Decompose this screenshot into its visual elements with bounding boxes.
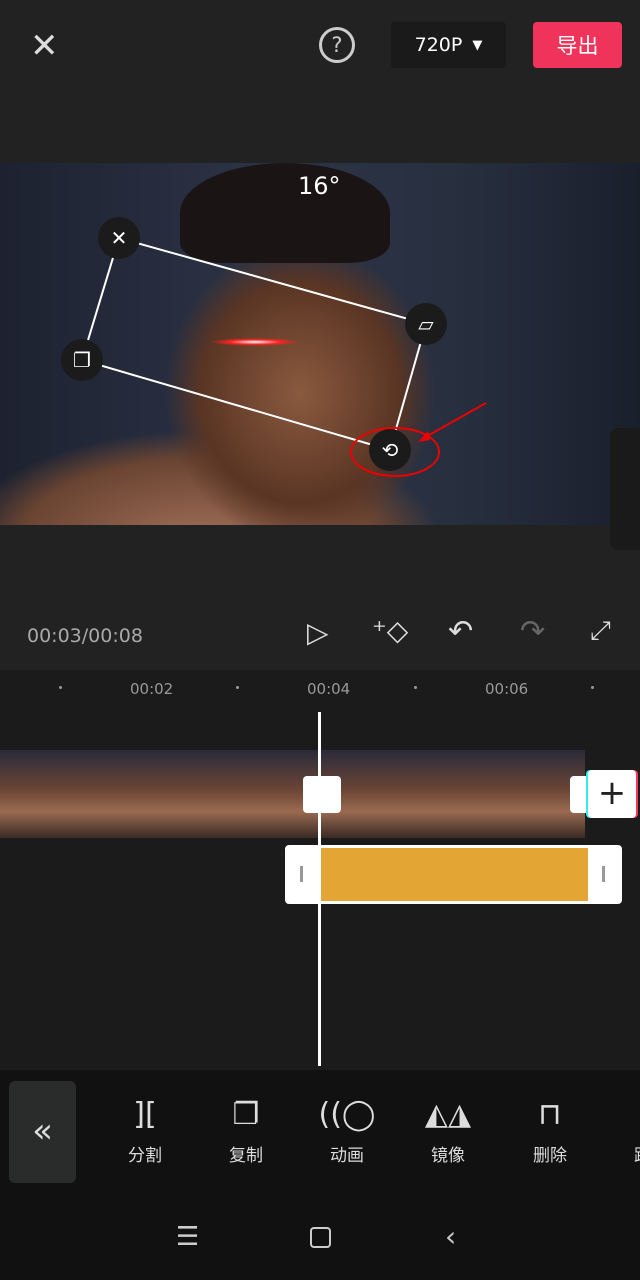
video-clip-thumbnail[interactable] xyxy=(60,750,149,838)
fullscreen-icon[interactable]: ⤢ xyxy=(590,616,611,647)
ruler-dot xyxy=(236,686,239,689)
play-icon[interactable]: ▷ xyxy=(307,616,329,649)
resolution-dropdown[interactable]: 720P ▼ xyxy=(391,22,506,68)
side-panel-tab[interactable] xyxy=(610,428,640,550)
home-icon[interactable] xyxy=(310,1227,331,1248)
menu-icon[interactable]: ☰ xyxy=(176,1222,199,1252)
playback-time: 00:03/00:08 xyxy=(27,625,143,647)
ruler-tick: 00:06 xyxy=(485,680,529,698)
ruler-dot xyxy=(591,686,594,689)
effect-right-trim-handle[interactable] xyxy=(602,866,605,882)
help-icon[interactable]: ? xyxy=(319,27,355,63)
add-keyframe-icon[interactable]: ⁺◇ xyxy=(372,614,408,647)
ruler-tick: 00:04 xyxy=(307,680,351,698)
bottom-toolbar xyxy=(0,1070,640,1195)
playhead[interactable] xyxy=(318,712,321,1066)
clip-end-handle[interactable] xyxy=(570,776,590,813)
video-preview[interactable]: ✕ ▱ ❐ ⟲ xyxy=(0,163,640,525)
rotation-angle: 16° xyxy=(298,172,341,200)
video-clip-thumbnail[interactable] xyxy=(409,750,498,838)
transition-button[interactable] xyxy=(303,776,341,813)
back-icon[interactable]: ‹ xyxy=(445,1220,456,1253)
effect-left-trim-handle[interactable] xyxy=(300,866,303,882)
caret-down-icon: ▼ xyxy=(472,37,483,53)
export-button[interactable]: 导出 xyxy=(533,22,622,68)
resolution-value: 720P xyxy=(414,34,463,56)
undo-icon[interactable]: ↶ xyxy=(448,614,473,649)
ruler-dot xyxy=(59,686,62,689)
collapse-toolbar-button[interactable]: « xyxy=(9,1081,76,1183)
redo-icon[interactable]: ↷ xyxy=(520,614,545,649)
ruler-tick: 00:02 xyxy=(130,680,174,698)
copy-handle-icon[interactable]: ❐ xyxy=(61,339,103,381)
effect-track-clip[interactable] xyxy=(285,845,622,904)
video-clip-thumbnail[interactable] xyxy=(149,750,238,838)
edit-handle-icon[interactable]: ▱ xyxy=(405,303,447,345)
ruler-dot xyxy=(414,686,417,689)
close-icon[interactable]: ✕ xyxy=(30,26,59,66)
add-clip-button[interactable]: + xyxy=(588,770,636,818)
delete-handle-icon[interactable]: ✕ xyxy=(98,217,140,259)
rotate-scale-handle-icon[interactable]: ⟲ xyxy=(369,429,411,471)
